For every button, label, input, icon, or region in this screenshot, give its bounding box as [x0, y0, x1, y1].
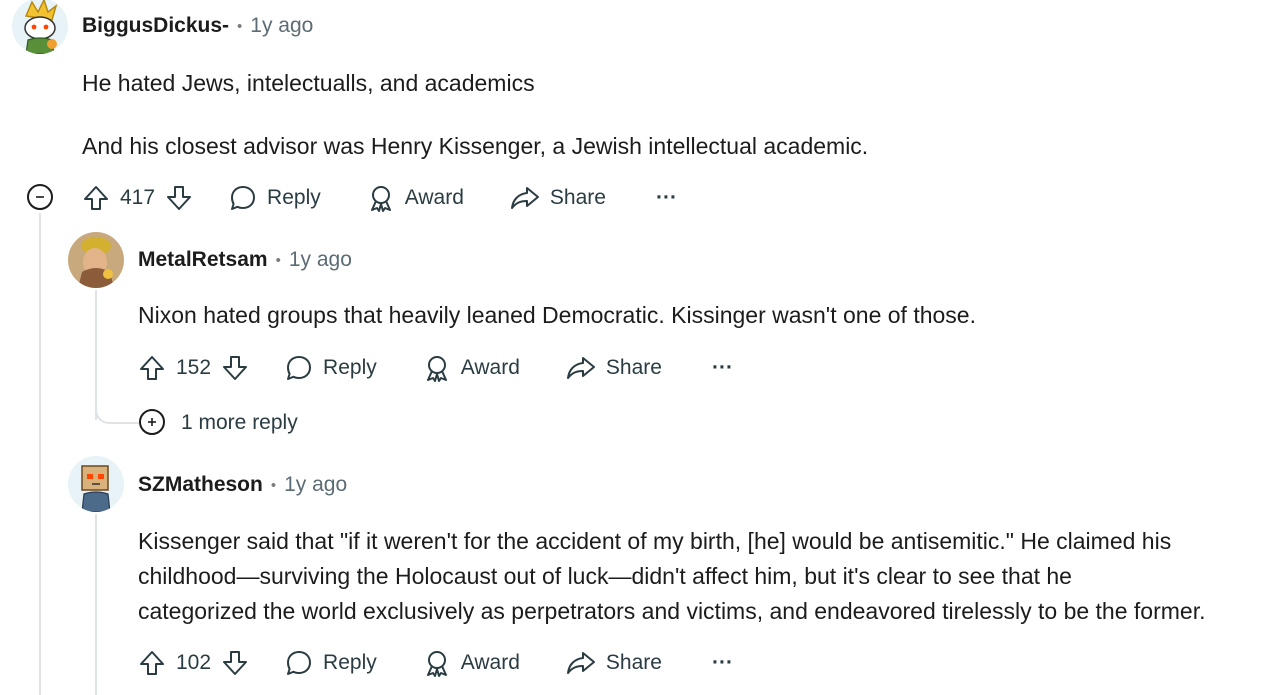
ellipsis-icon: ···	[711, 356, 733, 379]
downvote-button[interactable]	[221, 354, 249, 382]
comment-body-line: childhood—surviving the Holocaust out of…	[138, 563, 1072, 589]
ellipsis-icon: ···	[655, 186, 677, 209]
collapse-thread-button[interactable]	[27, 184, 53, 210]
downvote-arrow-icon	[167, 186, 192, 210]
more-options-button[interactable]: ···	[712, 356, 733, 380]
award-button[interactable]: Award	[423, 649, 520, 677]
comment-actions: 152 Reply Award Share ···	[138, 348, 733, 388]
author-name[interactable]: BiggusDickus-	[82, 14, 229, 38]
reply-button[interactable]: Reply	[229, 184, 321, 212]
reply-button[interactable]: Reply	[285, 354, 377, 382]
upvote-button[interactable]	[82, 184, 110, 212]
share-arrow-icon	[510, 187, 539, 209]
separator-dot: •	[275, 251, 281, 269]
comment-body-line: categorized the world exclusively as per…	[138, 598, 1206, 624]
vote-count: 102	[176, 651, 212, 674]
award-label: Award	[404, 186, 464, 209]
reply-button[interactable]: Reply	[285, 649, 377, 677]
upvote-arrow-icon	[84, 186, 108, 210]
award-label: Award	[460, 356, 520, 379]
comment-header: BiggusDickus- • 1y ago	[82, 14, 313, 38]
share-label: Share	[549, 186, 606, 209]
downvote-arrow-icon	[223, 356, 248, 380]
downvote-button[interactable]	[221, 649, 249, 677]
speech-bubble-icon	[287, 651, 312, 675]
avatar[interactable]	[68, 456, 124, 512]
share-label: Share	[605, 651, 662, 674]
user-avatar-icon	[68, 232, 124, 288]
reply-label: Reply	[323, 356, 377, 379]
award-ribbon-icon	[426, 356, 447, 382]
reply-label: Reply	[267, 186, 321, 209]
upvote-button[interactable]	[138, 649, 166, 677]
expand-replies-button[interactable]	[139, 409, 165, 435]
comment-body-line: Nixon hated groups that heavily leaned D…	[138, 302, 976, 328]
thread-connector-more-replies	[95, 404, 141, 424]
upvote-button[interactable]	[138, 354, 166, 382]
vote-count: 417	[120, 186, 156, 209]
speech-bubble-icon	[231, 186, 256, 210]
thread-connector-metalretsam	[39, 214, 67, 260]
downvote-button[interactable]	[165, 184, 193, 212]
share-label: Share	[605, 356, 662, 379]
timestamp[interactable]: 1y ago	[250, 14, 313, 38]
award-label: Award	[460, 651, 520, 674]
avatar[interactable]	[12, 0, 68, 54]
award-ribbon-icon	[370, 186, 391, 212]
vote-count: 152	[176, 356, 212, 379]
share-arrow-icon	[566, 357, 595, 379]
more-replies-link[interactable]: 1 more reply	[181, 411, 298, 435]
timestamp[interactable]: 1y ago	[284, 473, 347, 497]
author-name[interactable]: SZMatheson	[138, 473, 263, 497]
upvote-arrow-icon	[140, 651, 164, 675]
plus-icon	[148, 418, 156, 426]
share-arrow-icon	[566, 652, 595, 674]
minus-icon	[36, 196, 44, 198]
thread-line-root	[39, 213, 41, 695]
award-button[interactable]: Award	[367, 184, 464, 212]
share-button[interactable]: Share	[566, 354, 662, 382]
comment-body-line: He hated Jews, intelectualls, and academ…	[82, 70, 535, 96]
thread-line-metalretsam	[95, 290, 97, 420]
separator-dot: •	[270, 476, 277, 494]
comment-actions: 102 Reply Award Share ···	[138, 643, 733, 683]
comment-header: SZMatheson • 1y ago	[138, 473, 347, 497]
comment-actions: 417 Reply Award Share ···	[82, 178, 677, 218]
share-button[interactable]: Share	[510, 184, 606, 212]
author-name[interactable]: MetalRetsam	[138, 248, 268, 272]
separator-dot: •	[237, 17, 243, 35]
thread-line-szmatheson	[95, 514, 97, 695]
comment-body-line: Kissenger said that "if it weren't for t…	[138, 528, 1172, 554]
more-options-button[interactable]: ···	[656, 186, 677, 210]
snoo-avatar-icon	[68, 456, 124, 512]
avatar[interactable]	[68, 232, 124, 288]
award-ribbon-icon	[426, 651, 447, 677]
more-options-button[interactable]: ···	[712, 651, 733, 675]
ellipsis-icon: ···	[711, 651, 733, 674]
timestamp[interactable]: 1y ago	[289, 248, 352, 272]
share-button[interactable]: Share	[566, 649, 662, 677]
comment-header: MetalRetsam • 1y ago	[138, 248, 352, 272]
snoo-avatar-icon	[12, 0, 68, 54]
award-button[interactable]: Award	[423, 354, 520, 382]
upvote-arrow-icon	[140, 356, 164, 380]
reply-label: Reply	[323, 651, 377, 674]
downvote-arrow-icon	[223, 651, 248, 675]
comment-body-line: And his closest advisor was Henry Kissen…	[82, 133, 869, 159]
speech-bubble-icon	[287, 356, 312, 380]
